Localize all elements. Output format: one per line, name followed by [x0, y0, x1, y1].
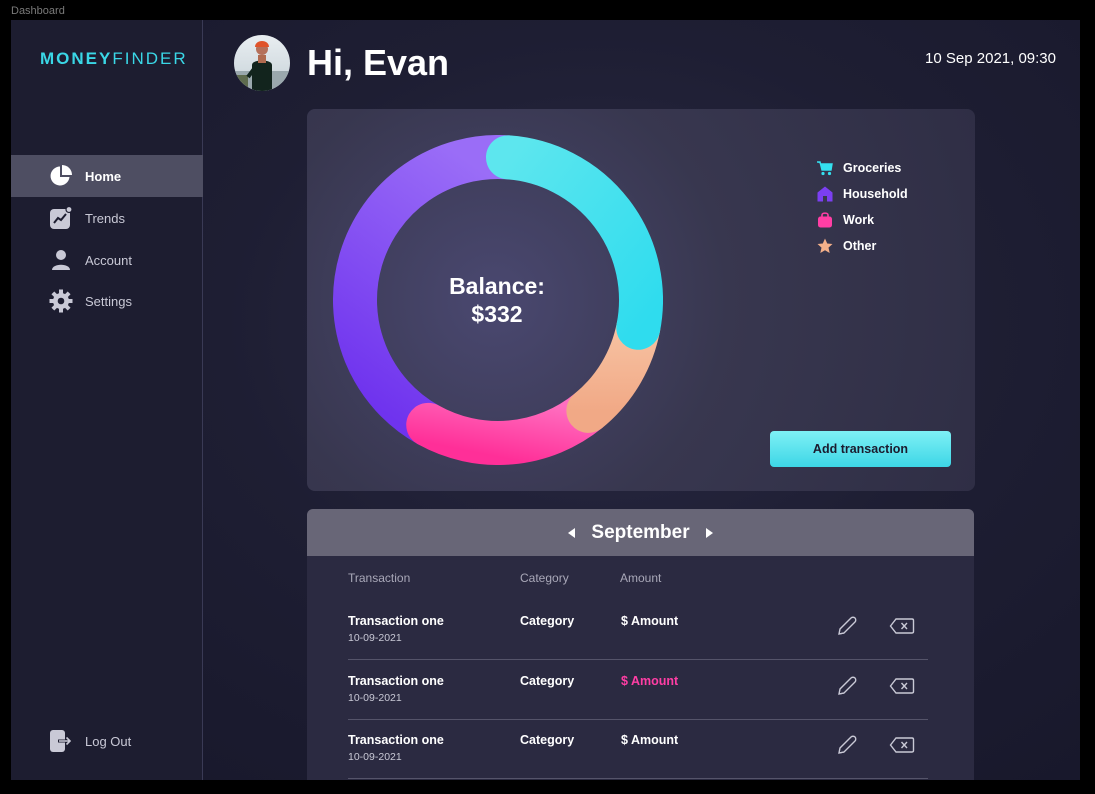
edit-pencil-icon[interactable] [835, 674, 859, 698]
pie-chart-icon [49, 164, 73, 188]
next-month-arrow-icon[interactable] [705, 527, 713, 538]
transaction-date: 10-09-2021 [348, 692, 402, 704]
sidebar-item-account[interactable]: Account [11, 239, 203, 281]
transaction-amount: $ Amount [621, 674, 679, 688]
balance-amount: $332 [471, 301, 523, 327]
balance-label: Balance: $332 [387, 272, 607, 328]
star-icon [817, 238, 833, 254]
transaction-amount: $ Amount [621, 614, 679, 628]
category-legend: Groceries Household Work Other [817, 155, 908, 259]
sidebar: MONEYFINDER Home Trends Account Settings [11, 20, 203, 780]
delete-backspace-icon[interactable] [889, 674, 915, 698]
table-row[interactable]: Transaction one 10-09-2021 Category $ Amoun… [348, 660, 928, 720]
page-title: Hi, Evan [307, 42, 450, 83]
month-selector: September [307, 509, 974, 556]
delete-backspace-icon[interactable] [889, 614, 915, 638]
legend-item-household[interactable]: Household [817, 181, 908, 207]
legend-item-work[interactable]: Work [817, 207, 908, 233]
transaction-amount: $ Amount [621, 733, 679, 747]
sidebar-item-label: Trends [85, 210, 125, 226]
logout-icon [49, 729, 73, 753]
sidebar-item-home[interactable]: Home [11, 155, 203, 197]
transaction-category: Category [520, 733, 575, 747]
brand-part1: MONEY [40, 49, 113, 68]
logout-button[interactable]: Log Out [11, 720, 203, 762]
balance-title: Balance: [449, 273, 545, 299]
brand-part2: FINDER [112, 49, 188, 68]
legend-item-groceries[interactable]: Groceries [817, 155, 908, 181]
legend-label: Groceries [843, 161, 902, 175]
datetime: 10 Sep 2021, 09:30 [925, 50, 1056, 67]
legend-label: Work [843, 213, 875, 227]
column-header-transaction[interactable]: Transaction [348, 571, 410, 585]
transaction-category: Category [520, 674, 575, 688]
frame-label: Dashboard [11, 5, 65, 17]
logout-label: Log Out [85, 733, 132, 749]
delete-backspace-icon[interactable] [889, 733, 915, 757]
edit-pencil-icon[interactable] [835, 614, 859, 638]
transaction-name: Transaction one [348, 733, 444, 747]
sidebar-item-label: Account [85, 252, 132, 268]
table-row[interactable]: Transaction one 10-09-2021 Category $ Amoun… [348, 600, 928, 660]
avatar[interactable] [234, 35, 290, 91]
sidebar-item-label: Home [85, 168, 122, 184]
transaction-name: Transaction one [348, 614, 444, 628]
cart-icon [817, 160, 833, 176]
brand-logo[interactable]: MONEYFINDER [40, 49, 188, 69]
transaction-category: Category [520, 614, 575, 628]
legend-label: Other [843, 239, 877, 253]
gear-icon [49, 289, 73, 313]
column-header-category[interactable]: Category [520, 571, 569, 585]
sidebar-item-trends[interactable]: Trends [11, 197, 203, 239]
table-row[interactable]: Transaction one 10-09-2021 Category $ Amoun… [348, 719, 928, 779]
user-icon [49, 248, 73, 272]
trend-chart-icon [49, 206, 73, 230]
balance-card: Balance: $332 Groceries Household Work O… [307, 109, 975, 491]
house-icon [817, 186, 833, 202]
transaction-date: 10-09-2021 [348, 632, 402, 644]
dashboard-app: MONEYFINDER Home Trends Account Settings [11, 20, 1080, 780]
transactions-card: September Transaction Category Amount Tr… [307, 509, 974, 780]
sidebar-item-settings[interactable]: Settings [11, 280, 203, 322]
transaction-date: 10-09-2021 [348, 751, 402, 763]
prev-month-arrow-icon[interactable] [568, 527, 576, 538]
transaction-name: Transaction one [348, 674, 444, 688]
column-header-amount[interactable]: Amount [620, 571, 661, 585]
edit-pencil-icon[interactable] [835, 733, 859, 757]
legend-label: Household [843, 187, 908, 201]
sidebar-item-label: Settings [85, 293, 132, 309]
legend-item-other[interactable]: Other [817, 233, 908, 259]
month-label: September [591, 521, 690, 543]
add-transaction-button[interactable]: Add transaction [770, 431, 951, 467]
donut-segment-work[interactable] [406, 388, 611, 465]
bag-icon [817, 212, 833, 228]
